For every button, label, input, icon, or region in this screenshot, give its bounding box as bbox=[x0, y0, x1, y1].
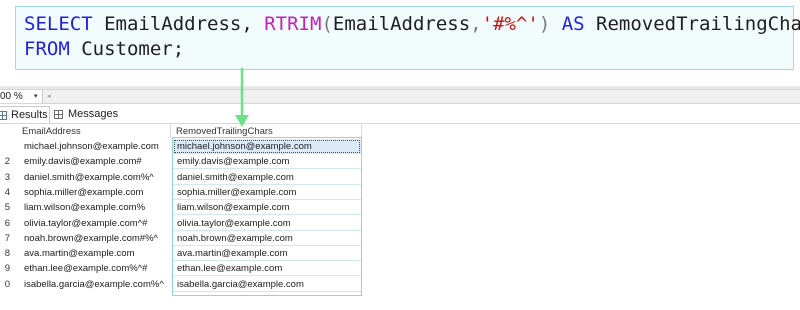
table-row[interactable]: 8 ava.martin@example.com ava.martin@exampl… bbox=[0, 246, 362, 262]
row-number[interactable]: 0 bbox=[0, 277, 10, 292]
column-alias: RemovedTrailingChars bbox=[596, 13, 800, 35]
column-divider[interactable] bbox=[361, 125, 362, 138]
zoom-value: 00 % bbox=[0, 91, 23, 102]
query-editor[interactable]: SELECT EmailAddress, RTRIM(EmailAddress,… bbox=[0, 0, 800, 88]
cell-removed-trailing-chars[interactable]: noah.brown@example.com bbox=[173, 231, 361, 246]
cell-removed-trailing-chars[interactable]: michael.johnson@example.com bbox=[173, 139, 361, 154]
table-row[interactable]: 2 emily.davis@example.com# emily.davis@exa… bbox=[0, 154, 362, 170]
cell-removed-trailing-chars[interactable]: emily.davis@example.com bbox=[173, 154, 361, 170]
zoom-dropdown[interactable]: 00 % ▾ bbox=[0, 90, 43, 103]
cell-email[interactable]: liam.wilson@example.com% bbox=[24, 200, 170, 215]
table-row[interactable]: 9 ethan.lee@example.com%^# ethan.lee@examp… bbox=[0, 261, 362, 277]
cell-removed-trailing-chars[interactable]: liam.wilson@example.com bbox=[173, 200, 361, 216]
cell-email[interactable]: ava.martin@example.com bbox=[24, 246, 170, 261]
column-email: EmailAddress, bbox=[92, 13, 265, 35]
table-row[interactable]: 4 sophia.miller@example.com sophia.miller@… bbox=[0, 185, 362, 200]
row-number[interactable]: 3 bbox=[0, 170, 10, 185]
rtrim-argument-column: EmailAddress bbox=[332, 13, 471, 35]
table-row[interactable]: 6 olivia.taylor@example.com^# olivia.taylo… bbox=[0, 216, 362, 231]
cell-email[interactable]: sophia.miller@example.com bbox=[24, 185, 170, 200]
cell-email[interactable]: noah.brown@example.com#%^ bbox=[24, 231, 170, 246]
query-line-1[interactable]: SELECT EmailAddress, RTRIM(EmailAddress,… bbox=[24, 12, 800, 36]
results-tab-bar: Results Messages bbox=[0, 104, 800, 124]
column-header-email[interactable]: EmailAddress bbox=[22, 124, 168, 139]
argument-comma: , bbox=[470, 13, 482, 35]
row-number[interactable]: 4 bbox=[0, 185, 10, 200]
column-divider[interactable] bbox=[170, 125, 171, 138]
scroll-left-icon[interactable]: ◂ bbox=[47, 90, 51, 103]
row-number[interactable]: 8 bbox=[0, 246, 10, 261]
cell-email[interactable]: michael.johnson@example.com bbox=[24, 139, 170, 154]
query-line-2[interactable]: FROM Customer; bbox=[24, 37, 184, 61]
cell-removed-trailing-chars[interactable]: daniel.smith@example.com bbox=[173, 170, 361, 185]
tab-results-label: Results bbox=[11, 109, 48, 121]
table-name: Customer; bbox=[69, 38, 185, 60]
column-header-removed[interactable]: RemovedTrailingChars bbox=[176, 124, 360, 139]
function-rtrim: RTRIM bbox=[264, 13, 322, 35]
cell-email[interactable]: ethan.lee@example.com%^# bbox=[24, 261, 170, 276]
annotation-arrow-icon bbox=[235, 68, 249, 127]
rtrim-argument-string: '#%^' bbox=[481, 13, 539, 35]
row-number[interactable]: 6 bbox=[0, 216, 10, 231]
cell-removed-trailing-chars[interactable]: sophia.miller@example.com bbox=[173, 185, 361, 200]
table-row[interactable]: 3 daniel.smith@example.com%^ daniel.smith@… bbox=[0, 170, 362, 185]
row-number[interactable]: 5 bbox=[0, 200, 10, 215]
tab-messages-label: Messages bbox=[68, 108, 119, 120]
cell-removed-trailing-chars[interactable]: ethan.lee@example.com bbox=[173, 261, 361, 277]
row-number[interactable]: 9 bbox=[0, 261, 10, 276]
editor-gutter bbox=[0, 0, 14, 88]
zoom-bar: 00 % ▾ ◂ bbox=[0, 89, 800, 104]
cell-email[interactable]: isabella.garcia@example.com%^ bbox=[24, 277, 170, 292]
keyword-select: SELECT bbox=[24, 13, 93, 35]
tab-results[interactable]: Results bbox=[0, 106, 50, 123]
table-row[interactable]: michael.johnson@example.com michael.johns… bbox=[0, 139, 362, 154]
paren-open: ( bbox=[321, 13, 333, 35]
cell-removed-trailing-chars[interactable]: olivia.taylor@example.com bbox=[173, 216, 361, 231]
tab-messages[interactable]: Messages bbox=[54, 106, 124, 123]
table-row[interactable]: 5 liam.wilson@example.com% liam.wilson@exa… bbox=[0, 200, 362, 216]
keyword-from: FROM bbox=[24, 38, 70, 60]
grid-icon bbox=[0, 111, 7, 120]
cell-removed-trailing-chars[interactable]: isabella.garcia@example.com bbox=[173, 277, 361, 292]
messages-icon bbox=[54, 110, 63, 119]
paren-close: ) bbox=[538, 13, 551, 35]
cell-email[interactable]: olivia.taylor@example.com^# bbox=[24, 216, 170, 231]
cell-email[interactable]: emily.davis@example.com# bbox=[24, 154, 170, 169]
table-row[interactable]: 0 isabella.garcia@example.com%^ isabella.g… bbox=[0, 277, 362, 292]
cell-removed-trailing-chars[interactable]: ava.martin@example.com bbox=[173, 246, 361, 262]
row-number[interactable]: 2 bbox=[0, 154, 10, 169]
cell-email[interactable]: daniel.smith@example.com%^ bbox=[24, 170, 170, 185]
chevron-down-icon[interactable]: ▾ bbox=[34, 90, 38, 103]
table-row[interactable]: 7 noah.brown@example.com#%^ noah.brown@exa… bbox=[0, 231, 362, 246]
row-number[interactable]: 7 bbox=[0, 231, 10, 246]
keyword-as: AS bbox=[550, 13, 597, 35]
